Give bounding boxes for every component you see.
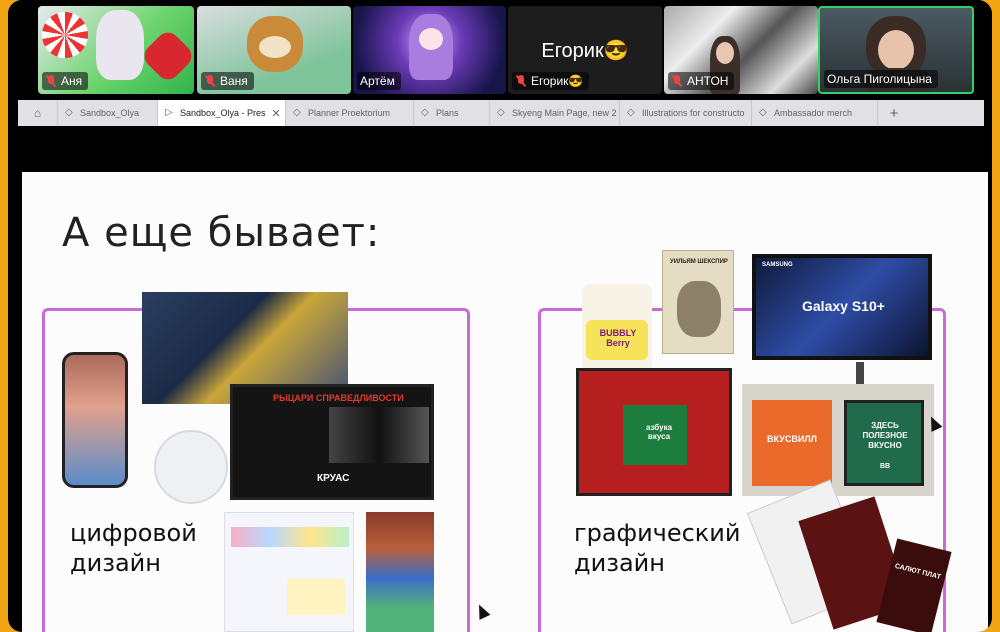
home-icon: ⌂ <box>33 106 42 120</box>
billboard-image: SAMSUNG Galaxy S10+ <box>752 254 932 360</box>
participant-name: Егорик😎 <box>512 72 590 90</box>
home-tab[interactable]: ⌂ <box>18 100 58 126</box>
participant-display-name: Егорик😎 <box>541 40 629 62</box>
slide-title: А еще бывает: <box>62 210 381 256</box>
web-cards-row <box>231 527 349 547</box>
book-cover-image: УИЛЬЯМ ШЕКСПИР <box>662 250 734 354</box>
mobile-game-image <box>366 512 434 632</box>
graphic-design-caption: графический дизайн <box>574 519 741 577</box>
portrait-illustration <box>677 281 721 337</box>
mic-off-icon <box>45 75 57 87</box>
participant-tile[interactable]: АНТОН <box>664 6 818 94</box>
participant-name: Артём <box>357 72 401 90</box>
participant-name: Ольга Пиголицына <box>824 70 938 88</box>
app-widget-image <box>154 430 228 504</box>
browser-tab[interactable]: ◇ Plans <box>414 100 490 126</box>
participant-face <box>878 30 914 70</box>
billboard-pole <box>856 362 864 386</box>
mouse-cursor <box>473 602 491 620</box>
avatar-muzzle <box>259 36 291 58</box>
browser-tab[interactable]: ◇ Sandbox_Olya <box>58 100 158 126</box>
figma-icon: ◇ <box>421 107 429 118</box>
meeting-window: Аня Ваня Артём Егорик😎 Егорик😎 АНТОН Оль… <box>8 0 992 632</box>
participant-name: АНТОН <box>668 72 735 90</box>
figma-icon: ◇ <box>293 107 301 118</box>
participant-name: Аня <box>42 72 89 90</box>
present-icon: ▷ <box>165 107 173 118</box>
web-page-screenshot <box>224 512 354 632</box>
participant-tile[interactable]: Егорик😎 Егорик😎 <box>508 6 662 94</box>
tv-image: РЫЦАРИ СПРАВЕДЛИВОСТИ КРУАС <box>230 384 434 500</box>
close-tab-icon[interactable]: ✕ <box>272 107 281 120</box>
browser-tab[interactable]: ◇ Ambassador merch <box>752 100 878 126</box>
mic-off-icon <box>204 75 216 87</box>
poster-green: ЗДЕСЬ ПОЛЕЗНОЕ ВКУСНО ВВ <box>844 400 924 486</box>
candle-image: BUBBLY Berry <box>582 284 652 380</box>
new-tab-button[interactable]: + <box>878 100 910 126</box>
participant-strip: Аня Ваня Артём Егорик😎 Егорик😎 АНТОН Оль… <box>8 0 992 96</box>
tv-poster <box>329 407 429 463</box>
presentation-slide: А еще бывает: РЫЦАРИ СПРАВЕДЛИВОСТИ КРУА… <box>22 172 988 632</box>
browser-tab[interactable]: ◇ Skyeng Main Page, new 2 <box>490 100 620 126</box>
poster-orange: ВКУСВИЛЛ <box>752 400 832 486</box>
browser-tab[interactable]: ◇ Planner Proektorium <box>286 100 414 126</box>
lollipop-decoration <box>42 12 88 58</box>
figma-icon: ◇ <box>497 107 505 118</box>
mic-off-icon <box>671 75 683 87</box>
web-illustration <box>287 579 345 615</box>
avatar-face <box>419 28 443 50</box>
browser-tab[interactable]: ◇ Illustrations for constructo <box>620 100 752 126</box>
figma-icon: ◇ <box>759 107 767 118</box>
participant-face <box>716 42 734 64</box>
participant-tile[interactable]: Аня <box>38 6 194 94</box>
digital-design-caption: цифровой дизайн <box>70 519 197 577</box>
browser-tab-strip: ⌂ ◇ Sandbox_Olya ▷ Sandbox_Olya - Pres ✕ ◇ P… <box>18 100 984 126</box>
posters-image: ВКУСВИЛЛ ЗДЕСЬ ПОЛЕЗНОЕ ВКУСНО ВВ <box>742 384 934 496</box>
gift-box-image: азбука вкуса <box>576 368 732 496</box>
mic-off-icon <box>515 75 527 87</box>
participant-tile[interactable]: Ваня <box>197 6 351 94</box>
figma-icon: ◇ <box>65 107 73 118</box>
smartphone-image <box>62 352 128 488</box>
figma-icon: ◇ <box>627 107 635 118</box>
bow-decoration <box>139 27 194 85</box>
participant-tile[interactable]: Артём <box>353 6 506 94</box>
participant-tile-active-speaker[interactable]: Ольга Пиголицына <box>818 6 974 94</box>
avatar-character <box>96 10 144 80</box>
participant-name: Ваня <box>201 72 254 90</box>
browser-tab-active[interactable]: ▷ Sandbox_Olya - Pres ✕ <box>158 100 286 126</box>
